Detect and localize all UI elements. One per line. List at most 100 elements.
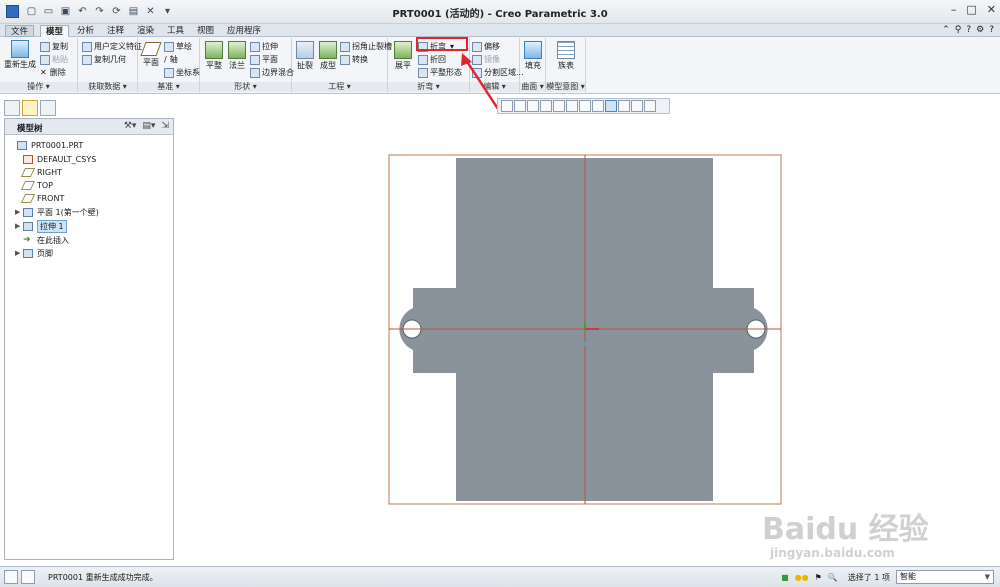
convert-button[interactable]: 转换 (340, 54, 368, 65)
group-label-get-data[interactable]: 获取数据 ▾ (78, 82, 137, 92)
tab-applications[interactable]: 应用程序 (222, 25, 266, 37)
favorites-tab-icon[interactable] (40, 100, 56, 116)
unbend-button[interactable]: 展平 (391, 41, 415, 71)
copy-geometry-button[interactable]: 复制几何 (82, 54, 126, 65)
tree-item-csys[interactable]: DEFAULT_CSYS (15, 153, 96, 165)
minimize-icon[interactable]: – (951, 3, 957, 16)
tab-tools[interactable]: 工具 (162, 25, 189, 37)
regenerate-label: 重新生成 (4, 60, 36, 69)
regen-status-icon[interactable]: ■ (781, 573, 789, 582)
tab-render[interactable]: 渲染 (132, 25, 159, 37)
watermark: Baidu 经验 jingyan.baidu.com (762, 504, 972, 564)
tree-settings-icon[interactable]: ⚒▾ (124, 121, 137, 131)
regenerate-button[interactable]: 重新生成 (4, 40, 36, 70)
group-label-shapes[interactable]: 形状 ▾ (200, 82, 291, 92)
tree-item-planar-wall[interactable]: ▶ 平面 1(第一个壁) (15, 206, 99, 218)
maximize-icon[interactable]: □ (966, 3, 976, 16)
tree-item-front[interactable]: FRONT (15, 192, 64, 204)
split-area-button[interactable]: 分割区域... (472, 67, 524, 78)
tab-analysis[interactable]: 分析 (72, 25, 99, 37)
group-editing: 偏移 镜像 分割区域... 编辑 ▾ (470, 38, 524, 92)
group-label-editing[interactable]: 编辑 ▾ (470, 82, 519, 92)
group-engineering: 扯裂 成型 拐角止裂槽 转换 工程 ▾ (292, 38, 392, 92)
settings-icon[interactable]: ⚙ (976, 25, 984, 35)
tree-item-footer[interactable]: ▶ 页脚 (15, 247, 53, 259)
rip-label: 扯裂 (297, 61, 313, 70)
selection-count[interactable]: 选择了 1 项 (848, 572, 890, 583)
flat-button[interactable]: 平整 (203, 41, 225, 71)
convert-label: 转换 (352, 55, 368, 64)
tree-item-label: TOP (37, 180, 54, 190)
tree-filter-icon[interactable]: ⇲ (161, 121, 169, 131)
status-right: ■ ●● ⚑ 🔍 选择了 1 项 智能 (781, 570, 994, 584)
tab-annotate[interactable]: 注释 (102, 25, 129, 37)
group-label-engineering[interactable]: 工程 ▾ (292, 82, 387, 92)
tree-show-icon[interactable]: ▤▾ (142, 121, 155, 131)
csys-icon (164, 67, 174, 78)
bend-back-button[interactable]: 折回 (418, 54, 446, 65)
corner-relief-button[interactable]: 拐角止裂槽 (340, 41, 392, 52)
tree-item-extrude[interactable]: ▶ 拉伸 1 (15, 219, 67, 233)
part-view[interactable] (176, 96, 996, 562)
model-tree-tab-icon[interactable] (4, 100, 20, 116)
group-label-datum[interactable]: 基准 ▾ (138, 82, 199, 92)
tree-expander[interactable]: ▶ (15, 208, 23, 216)
mirror-button[interactable]: 镜像 (472, 54, 500, 65)
folder-browser-tab-icon[interactable] (22, 100, 38, 116)
fill-button[interactable]: 填充 (522, 41, 544, 71)
search-icon[interactable]: ⚲ (955, 25, 962, 35)
paste-button[interactable]: 粘贴 (40, 54, 68, 65)
tree-item-label: PRT0001.PRT (31, 140, 84, 150)
tree-item-part[interactable]: PRT0001.PRT (9, 139, 83, 151)
ribbon-tabs: 文件 模型 分析 注释 渲染 工具 视图 应用程序 ⌃ ⚲ ? ⚙ ? (0, 24, 1000, 37)
flat-state-button[interactable]: 平整形态 (418, 67, 462, 78)
rip-button[interactable]: 扯裂 (294, 41, 316, 71)
flat-icon (205, 41, 223, 59)
udf-icon (82, 41, 92, 52)
form-button[interactable]: 成型 (317, 41, 339, 71)
split-area-icon (472, 67, 482, 78)
group-label-bends[interactable]: 折弯 ▾ (388, 82, 469, 92)
group-label-surfaces[interactable]: 曲面 ▾ (520, 82, 545, 92)
flag-icon[interactable]: ⚑ (815, 573, 822, 582)
tree-item-top[interactable]: TOP (15, 179, 53, 191)
help-menu-icon[interactable]: ? (989, 25, 994, 35)
close-icon[interactable]: ✕ (987, 3, 996, 16)
axis-button[interactable]: / 轴 (164, 54, 178, 65)
family-table-icon (557, 41, 575, 59)
find-icon[interactable]: 🔍 (828, 573, 838, 582)
group-label-operations[interactable]: 操作 ▾ (0, 82, 77, 92)
toggle-navigator-icon[interactable] (4, 570, 18, 584)
delete-icon: ✕ (40, 68, 47, 77)
status-message: PRT0001 重新生成成功完成。 (48, 573, 158, 582)
delete-button[interactable]: ✕ 删除 (40, 67, 66, 78)
tree-item-right[interactable]: RIGHT (15, 166, 62, 178)
extrude-button[interactable]: 拉伸 (250, 41, 278, 52)
model-tree-panel: 模型树 ⚒▾ ▤▾ ⇲ PRT0001.PRT DEFAULT_CSYS RIG… (4, 118, 174, 560)
copy-button[interactable]: 复制 (40, 41, 68, 52)
flange-label: 法兰 (229, 61, 245, 70)
graphics-window[interactable] (176, 96, 996, 562)
boundary-blend-button[interactable]: 边界混合 (250, 67, 294, 78)
udf-button[interactable]: 用户定义特征 (82, 41, 142, 52)
tab-file[interactable]: 文件 (5, 25, 35, 37)
selection-filter[interactable]: 智能 (896, 570, 994, 584)
tree-expander[interactable]: ▶ (15, 222, 23, 230)
csys-button[interactable]: 坐标系 (164, 67, 200, 78)
traffic-light-icon[interactable]: ●● (795, 573, 809, 582)
tab-view[interactable]: 视图 (192, 25, 219, 37)
group-label-model-intent[interactable]: 模型意图 ▾ (546, 82, 585, 92)
family-table-button[interactable]: 族表 (554, 41, 578, 71)
tab-model[interactable]: 模型 (40, 25, 70, 37)
planar-button[interactable]: 平面 (250, 54, 278, 65)
boundary-blend-icon (250, 67, 260, 78)
offset-button[interactable]: 偏移 (472, 41, 500, 52)
toggle-browser-icon[interactable] (21, 570, 35, 584)
collapse-ribbon-icon[interactable]: ⌃ (942, 25, 950, 35)
datum-plane-button[interactable]: 平面 (140, 42, 162, 68)
sketch-button[interactable]: 草绘 (164, 41, 192, 52)
help-icon[interactable]: ? (966, 25, 971, 35)
tree-expander[interactable]: ▶ (15, 249, 23, 257)
tree-item-insert-here[interactable]: ➜ 在此插入 (15, 234, 69, 246)
flange-button[interactable]: 法兰 (226, 41, 248, 71)
